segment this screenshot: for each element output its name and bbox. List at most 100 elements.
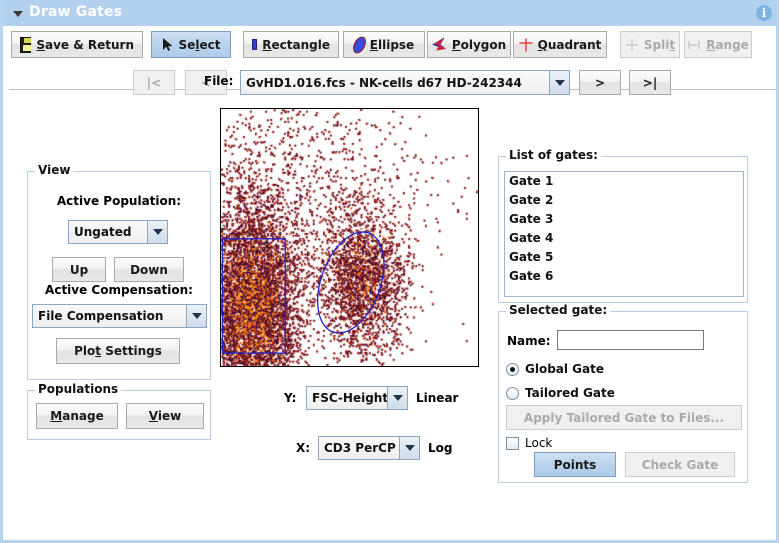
gates-listbox[interactable]: Gate 1Gate 2Gate 3Gate 4Gate 5Gate 6 [504,171,744,297]
list-item[interactable]: Gate 6 [505,267,743,286]
x-axis-scale: Log [428,441,452,455]
x-axis-parameter-select[interactable]: CD3 PerCP [318,436,420,460]
split-tool-button[interactable]: Split [620,31,680,58]
check-gate-button[interactable]: Check Gate [625,452,735,477]
cursor-arrow-icon [162,37,174,52]
plot-settings-label: Plot Settings [74,344,162,358]
file-select-value: GvHD1.016.fcs - NK-cells d67 HD-242344 [241,76,549,90]
population-up-button[interactable]: Up [52,257,106,282]
populations-panel: Populations Manage View [27,390,211,440]
view-panel-title: View [35,163,73,177]
view-populations-label: View [149,409,181,423]
range-tool-button[interactable]: Range [684,31,752,58]
file-navigation-row: |< < File: GvHD1.016.fcs - NK-cells d67 … [3,70,779,100]
x-axis-parameter-value: CD3 PerCP [319,441,399,455]
save-and-return-button[interactable]: Save & Return [11,31,143,58]
gate-overlay[interactable] [221,109,478,366]
active-population-value: Ungated [69,225,147,239]
rectangle-gate-shape[interactable] [222,239,285,353]
gate-toolbar: Save & Return Select Rectangle Ellipse [3,26,779,64]
tailored-gate-radio-row[interactable]: Tailored Gate [506,386,615,400]
gates-list-title: List of gates: [506,148,601,162]
list-item[interactable]: Gate 3 [505,210,743,229]
active-population-select[interactable]: Ungated [68,220,168,244]
rectangle-tool-button[interactable]: Rectangle [243,31,339,58]
collapse-caret-icon[interactable] [13,11,23,17]
rectangle-tool-label: Rectangle [262,38,330,52]
polygon-gate-icon [432,37,447,52]
first-file-label: |< [147,76,161,90]
manage-populations-label: Manage [50,409,103,423]
global-gate-radio-row[interactable]: Global Gate [506,362,604,376]
global-gate-radio[interactable] [506,363,519,376]
last-file-label: >| [643,76,657,90]
range-tool-label: Range [706,38,749,52]
apply-tailored-gate-button[interactable]: Apply Tailored Gate to Files... [506,405,742,430]
lock-label: Lock [525,436,552,450]
window-titlebar: Draw Gates i [3,0,779,26]
active-compensation-value: File Compensation [33,309,186,323]
chevron-down-icon[interactable] [186,305,206,327]
lock-checkbox[interactable] [506,437,519,450]
polygon-tool-label: Polygon [452,38,506,52]
apply-tailored-gate-label: Apply Tailored Gate to Files... [524,411,724,425]
first-file-button[interactable]: |< [133,70,175,95]
check-gate-label: Check Gate [642,458,719,472]
manage-populations-button[interactable]: Manage [36,403,118,429]
y-axis-parameter-value: FSC-Height [307,391,387,405]
select-tool-label: Select [179,38,221,52]
view-panel: View Active Population: Ungated Up Down … [27,171,211,380]
active-compensation-label: Active Compensation: [28,283,210,297]
window-title: Draw Gates [29,4,122,20]
last-file-button[interactable]: >| [629,70,671,95]
active-compensation-select[interactable]: File Compensation [32,304,207,328]
chevron-down-icon[interactable] [387,387,407,409]
next-file-button[interactable]: > [579,70,621,95]
lock-checkbox-row[interactable]: Lock [506,436,552,450]
tailored-gate-label: Tailored Gate [525,386,615,400]
points-button[interactable]: Points [534,452,616,477]
rectangle-gate-icon [252,39,257,50]
population-down-button[interactable]: Down [114,257,184,282]
gate-name-input[interactable] [557,330,704,350]
quadrant-gate-icon [519,38,533,52]
plot-settings-button[interactable]: Plot Settings [56,338,180,364]
tailored-gate-radio[interactable] [506,387,519,400]
chevron-down-icon[interactable] [549,71,569,94]
info-icon[interactable]: i [756,5,772,21]
chevron-down-icon[interactable] [399,437,419,459]
polygon-tool-button[interactable]: Polygon [427,31,511,58]
ellipse-tool-label: Ellipse [370,38,414,52]
ellipse-gate-icon [350,34,368,55]
quadrant-tool-button[interactable]: Quadrant [513,31,607,58]
draw-gates-window: Draw Gates i Save & Return Select Rectan… [0,0,779,543]
y-axis-label: Y: [284,391,296,405]
population-down-label: Down [130,263,168,277]
save-and-return-label: Save & Return [36,38,134,52]
chevron-down-icon[interactable] [147,221,167,243]
view-populations-button[interactable]: View [126,403,204,429]
select-tool-button[interactable]: Select [151,31,231,58]
points-label: Points [554,458,597,472]
list-item[interactable]: Gate 2 [505,191,743,210]
active-population-label: Active Population: [28,194,210,208]
density-scatter-plot[interactable] [220,108,479,367]
list-item[interactable]: Gate 1 [505,172,743,191]
y-axis-scale: Linear [416,391,458,405]
list-item[interactable]: Gate 5 [505,248,743,267]
ellipse-tool-button[interactable]: Ellipse [343,31,425,58]
floppy-disk-icon [20,37,31,53]
gate-name-label: Name: [507,334,551,348]
x-axis-label: X: [296,441,310,455]
split-tool-label: Split [644,38,675,52]
file-select[interactable]: GvHD1.016.fcs - NK-cells d67 HD-242344 [240,70,570,95]
range-gate-icon [687,38,701,52]
populations-panel-title: Populations [35,382,121,396]
next-file-label: > [595,76,605,90]
population-up-label: Up [70,263,88,277]
gates-list-panel: List of gates: Gate 1Gate 2Gate 3Gate 4G… [498,156,748,303]
global-gate-label: Global Gate [525,362,604,376]
y-axis-parameter-select[interactable]: FSC-Height [306,386,408,410]
list-item[interactable]: Gate 4 [505,229,743,248]
ellipse-gate-shape[interactable] [305,223,397,342]
